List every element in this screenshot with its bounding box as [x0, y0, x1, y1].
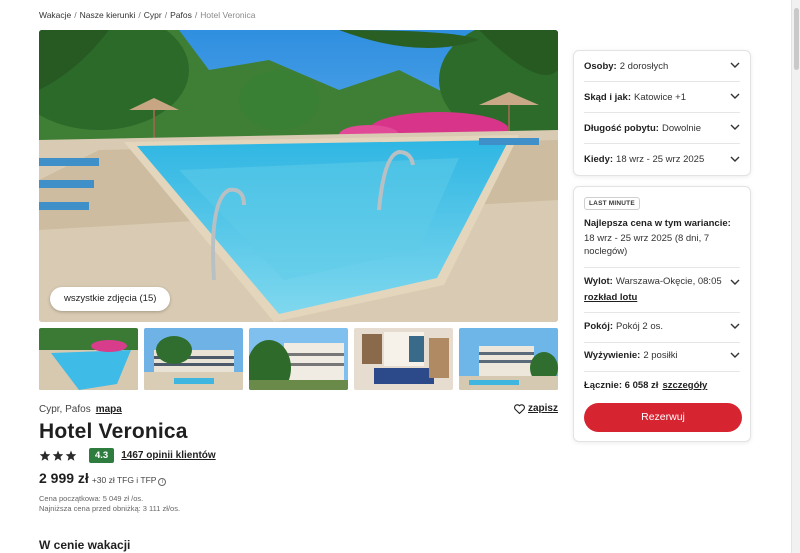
breadcrumb-separator: / — [194, 10, 198, 20]
breadcrumb-separator: / — [138, 10, 141, 20]
flight-schedule-link[interactable]: rozkład lotu — [584, 292, 637, 303]
room-value: Pokój 2 os. — [616, 321, 664, 332]
thumbnail-5[interactable] — [459, 328, 558, 390]
location-row: Cypr, Pafos mapa zapisz — [39, 403, 558, 415]
filter-value: 2 dorosłych — [619, 60, 669, 72]
filter-label: Kiedy: — [584, 154, 614, 165]
thumbnail-3[interactable] — [249, 328, 348, 390]
divider — [584, 342, 740, 343]
thumbnail-2[interactable] — [144, 328, 243, 390]
board-selector[interactable]: Wyżywienie: 2 posiłki — [584, 350, 740, 361]
thumbnail-4[interactable] — [354, 328, 453, 390]
lowest-price-note: Najniższa cena przed obniżką: 3 111 zł/o… — [39, 504, 181, 513]
breadcrumb-item-wakacje[interactable]: Wakacje — [39, 10, 71, 20]
board-value: 2 posiłki — [643, 350, 678, 361]
filter-duration[interactable]: Długość pobytu: Dowolnie — [584, 113, 740, 144]
breadcrumb: Wakacje / Nasze kierunki / Cypr / Pafos / Hotel … — [39, 10, 256, 20]
total-row: Łącznie: 6 058 zł szczegóły — [584, 380, 707, 391]
room-label: Pokój: — [584, 321, 614, 332]
breadcrumb-item-kierunki[interactable]: Nasze kierunki — [80, 10, 136, 20]
filter-dates[interactable]: Kiedy: 18 wrz - 25 wrz 2025 — [584, 144, 740, 175]
book-button[interactable]: Rezerwuj — [584, 403, 742, 432]
star-icon — [65, 449, 77, 461]
info-icon[interactable]: i — [158, 478, 167, 486]
map-link[interactable]: mapa — [96, 404, 122, 415]
flight-selector[interactable]: Wylot: Warszawa-Okęcie, 08:05 — [584, 276, 740, 287]
hotel-stars — [39, 449, 77, 461]
rating-row: 4.3 1467 opinii klientów — [39, 447, 216, 463]
filter-label: Osoby: — [584, 60, 617, 72]
flight-label: Wylot: — [584, 276, 613, 287]
price-main: 2 999 zł — [39, 470, 89, 486]
filter-value: 18 wrz - 25 wrz 2025 — [616, 154, 705, 165]
rating-score-badge: 4.3 — [89, 447, 115, 463]
filter-persons[interactable]: Osoby: 2 dorosłych — [584, 51, 740, 82]
board-label: Wyżywienie: — [584, 350, 641, 361]
price-extra: +30 zł TFG i TFP — [91, 475, 157, 485]
breadcrumb-current: Hotel Veronica — [200, 10, 256, 20]
chevron-down-icon — [730, 156, 740, 162]
chevron-down-icon — [730, 62, 740, 68]
divider — [584, 312, 740, 313]
filter-label: Długość pobytu: — [584, 122, 659, 134]
heart-icon — [514, 403, 525, 414]
filter-value: Dowolnie — [661, 122, 702, 134]
hotel-location: Cypr, Pafos — [39, 404, 91, 415]
best-price-dates: 18 wrz - 25 wrz 2025 (8 dni, 7 noclegów) — [584, 233, 710, 257]
thumbnail-1[interactable] — [39, 328, 138, 390]
star-icon — [39, 449, 51, 461]
reviews-link[interactable]: 1467 opinii klientów — [121, 450, 215, 461]
details-link[interactable]: szczegóły — [662, 380, 707, 391]
star-icon — [52, 449, 64, 461]
breadcrumb-separator: / — [74, 10, 77, 20]
total-price: Łącznie: 6 058 zł — [584, 380, 659, 391]
best-price-title: Najlepsza cena w tym wariancie: — [584, 218, 731, 229]
hotel-title: Hotel Veronica — [39, 420, 188, 443]
divider — [584, 267, 740, 268]
chevron-down-icon — [730, 279, 740, 285]
hero-photo[interactable] — [39, 30, 558, 322]
filter-label: Skąd i jak: — [584, 91, 631, 103]
filter-value: Katowice +1 — [634, 91, 687, 103]
base-price-note: Cena początkowa: 5 049 zł /os. — [39, 494, 144, 503]
chevron-down-icon — [730, 124, 740, 130]
breadcrumb-item-pafos[interactable]: Pafos — [170, 10, 192, 20]
flight-value: Warszawa-Okęcie, 08:05 — [615, 276, 722, 287]
page-scrollbar[interactable] — [791, 0, 800, 553]
save-button[interactable]: zapisz — [514, 403, 558, 414]
all-photos-button[interactable]: wszystkie zdjęcia (15) — [50, 287, 171, 311]
thumbnail-strip — [39, 328, 558, 390]
room-selector[interactable]: Pokój: Pokój 2 os. — [584, 321, 740, 332]
last-minute-badge: LAST MINUTE — [584, 197, 640, 210]
filter-departure[interactable]: Skąd i jak: Katowice +1 — [584, 82, 740, 113]
save-label: zapisz — [527, 403, 558, 414]
section-title: W cenie wakacji — [39, 538, 131, 552]
offer-card: LAST MINUTE Najlepsza cena w tym warianc… — [573, 186, 751, 442]
breadcrumb-separator: / — [164, 10, 168, 20]
divider — [584, 371, 740, 372]
price-row: 2 999 zł +30 zł TFG i TFP i — [39, 470, 167, 486]
chevron-down-icon — [730, 323, 740, 329]
scrollbar-thumb[interactable] — [794, 8, 799, 70]
search-filters-card: Osoby: 2 dorosłych Skąd i jak: Katowice +1… — [573, 50, 751, 176]
breadcrumb-item-cypr[interactable]: Cypr — [144, 10, 162, 20]
chevron-down-icon — [730, 352, 740, 358]
chevron-down-icon — [730, 93, 740, 99]
